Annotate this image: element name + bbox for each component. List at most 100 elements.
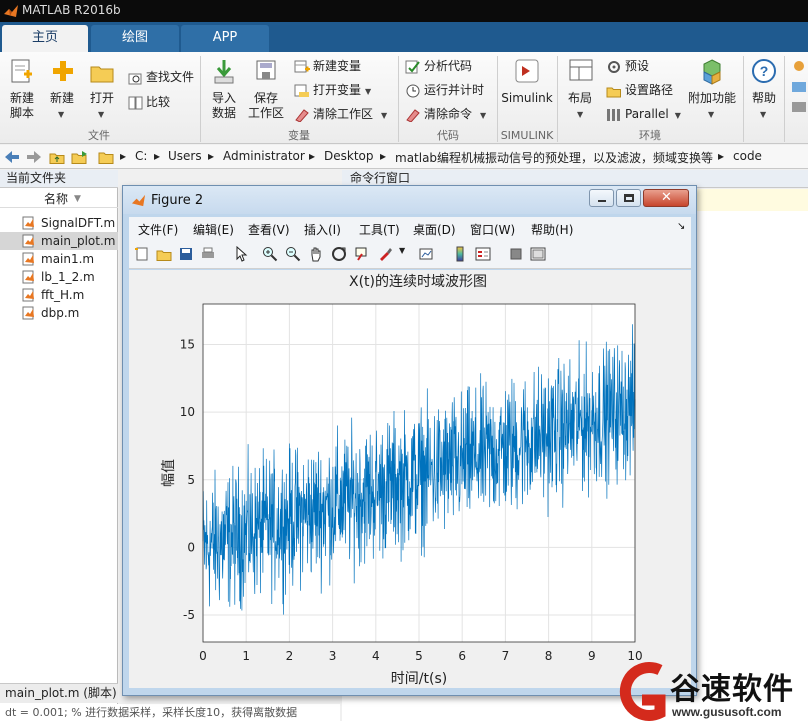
plot-area[interactable]: X(t)的连续时域波形图 0 1 2 3 4 5 6 7 8 9 10 -5 0 5 10 15 时间/t(… <box>129 270 691 688</box>
zoom-in-icon[interactable] <box>262 246 278 262</box>
new-dropdown-arrow[interactable]: ▼ <box>58 110 64 119</box>
file-item[interactable]: SignalDFT.m <box>0 214 118 232</box>
parallel-icon <box>607 108 620 121</box>
new-variable-label: 新建变量 <box>313 59 362 73</box>
import-data-button[interactable]: 导入 数据 <box>204 91 244 121</box>
open-variable-button[interactable]: 打开变量 ▼ <box>294 82 371 100</box>
menu-desktop[interactable]: 桌面(D) <box>413 221 456 238</box>
y-tick-label: 5 <box>187 473 195 487</box>
breadcrumb-project-folder[interactable]: matlab编程机械振动信号的预处理，以及滤波，频域变换等 <box>395 149 713 166</box>
link-plot-icon[interactable] <box>418 246 434 262</box>
clear-commands-button[interactable]: 清除命令 ▼ <box>405 106 486 124</box>
colorbar-icon[interactable] <box>452 246 468 262</box>
menu-window[interactable]: 窗口(W) <box>470 221 515 238</box>
menu-file[interactable]: 文件(F) <box>138 221 178 238</box>
new-button[interactable]: 新建 <box>44 91 80 106</box>
back-arrow-icon[interactable] <box>4 150 20 164</box>
menu-help[interactable]: 帮助(H) <box>531 221 573 238</box>
help-dropdown-arrow[interactable]: ▼ <box>760 110 766 119</box>
addons-icon <box>703 59 721 85</box>
close-button[interactable]: ✕ <box>643 189 689 207</box>
parallel-label: Parallel <box>625 107 669 121</box>
matlab-figure-icon <box>131 194 146 207</box>
breadcrumb-administrator[interactable]: Administrator <box>223 149 305 163</box>
save-workspace-button[interactable]: 保存 工作区 <box>244 91 288 121</box>
gear-icon <box>608 60 620 73</box>
data-cursor-icon[interactable] <box>354 246 370 262</box>
layout-dropdown-arrow[interactable]: ▼ <box>577 110 583 119</box>
menu-tools[interactable]: 工具(T) <box>359 221 400 238</box>
pan-hand-icon[interactable] <box>308 246 324 262</box>
file-name: SignalDFT.m <box>41 216 116 230</box>
browse-folder-icon[interactable] <box>71 149 89 165</box>
clear-commands-arrow[interactable]: ▼ <box>480 111 486 120</box>
file-item[interactable]: lb_1_2.m <box>0 268 118 286</box>
clear-workspace-button[interactable]: 清除工作区 ▼ <box>294 106 387 124</box>
open-button[interactable]: 打开 <box>84 91 120 106</box>
save-workspace-icon <box>256 60 276 80</box>
figure-title-bar[interactable]: Figure 2 ✕ <box>123 186 696 214</box>
menu-edit[interactable]: 编辑(E) <box>193 221 234 238</box>
breadcrumb-code[interactable]: code <box>733 149 762 163</box>
x-tick-labels: 0 1 2 3 4 5 6 7 8 9 10 <box>199 649 642 663</box>
pointer-arrow-icon[interactable] <box>233 246 249 262</box>
addons-button[interactable]: 附加功能 <box>684 91 740 106</box>
m-file-icon <box>22 216 34 230</box>
breadcrumb-c[interactable]: C: <box>135 149 147 163</box>
simulink-button[interactable]: Simulink <box>500 91 554 106</box>
set-path-button[interactable]: 设置路径 <box>606 82 673 98</box>
name-column-header[interactable]: 名称 ▼ <box>0 190 118 208</box>
run-time-label: 运行并计时 <box>424 83 485 97</box>
rotate-3d-icon[interactable] <box>331 246 347 262</box>
file-item[interactable]: fft_H.m <box>0 286 118 304</box>
preferences-button[interactable]: 预设 <box>606 58 649 74</box>
addons-dropdown-arrow[interactable]: ▼ <box>708 110 714 119</box>
save-icon[interactable] <box>178 246 194 262</box>
section-code-label: 代码 <box>437 129 459 142</box>
show-plot-tools-icon[interactable] <box>530 246 546 262</box>
new-variable-button[interactable]: 新建变量 <box>294 58 361 74</box>
clear-workspace-arrow[interactable]: ▼ <box>381 111 387 120</box>
brush-dropdown-arrow[interactable]: ▼ <box>399 246 405 255</box>
legend-icon[interactable] <box>475 246 491 262</box>
menu-view[interactable]: 查看(V) <box>248 221 290 238</box>
up-folder-icon[interactable] <box>49 149 65 165</box>
ribbon-tab-strip: 主页 绘图 APP <box>0 22 808 52</box>
minimize-button[interactable] <box>589 189 614 207</box>
file-item-selected[interactable]: main_plot.m <box>0 232 118 250</box>
file-item[interactable]: main1.m <box>0 250 118 268</box>
menu-dock-arrow-icon[interactable]: ↘ <box>677 221 685 232</box>
parallel-arrow[interactable]: ▼ <box>675 111 681 120</box>
section-environment-label: 环境 <box>639 129 661 142</box>
forward-arrow-icon[interactable] <box>26 150 42 164</box>
new-script-button[interactable]: 新建 脚本 <box>4 91 40 121</box>
compare-button[interactable]: 比较 <box>128 94 170 110</box>
breadcrumb-desktop[interactable]: Desktop <box>324 149 374 163</box>
section-file-label: 文件 <box>88 129 110 142</box>
hide-plot-tools-icon[interactable] <box>508 246 524 262</box>
tab-apps[interactable]: APP <box>181 25 269 52</box>
maximize-button[interactable] <box>616 189 641 207</box>
figure-canvas[interactable]: X(t)的连续时域波形图 0 1 2 3 4 5 6 7 8 9 10 -5 0 5 10 15 时间/t(… <box>129 270 691 688</box>
help-button[interactable]: 帮助 <box>746 91 782 106</box>
open-file-icon[interactable] <box>156 246 172 262</box>
tab-home[interactable]: 主页 <box>2 25 88 52</box>
breadcrumb-users[interactable]: Users <box>168 149 202 163</box>
layout-button[interactable]: 布局 <box>562 91 598 106</box>
brush-icon[interactable] <box>377 246 393 262</box>
run-and-time-button[interactable]: 运行并计时 <box>405 82 484 98</box>
print-icon[interactable] <box>200 246 216 262</box>
parallel-button[interactable]: Parallel ▼ <box>606 106 681 124</box>
community-icons[interactable] <box>790 60 808 120</box>
analyze-code-button[interactable]: 分析代码 <box>405 58 472 74</box>
tab-plots[interactable]: 绘图 <box>91 25 179 52</box>
zoom-out-icon[interactable] <box>285 246 301 262</box>
figure-title: Figure 2 <box>151 193 204 208</box>
watermark: 谷速软件 www.gususoft.com <box>612 662 808 721</box>
menu-insert[interactable]: 插入(I) <box>304 221 341 238</box>
open-variable-arrow[interactable]: ▼ <box>365 87 371 96</box>
file-item[interactable]: dbp.m <box>0 304 118 322</box>
open-dropdown-arrow[interactable]: ▼ <box>98 110 104 119</box>
find-files-button[interactable]: 查找文件 <box>128 69 194 85</box>
new-figure-icon[interactable] <box>134 246 150 262</box>
